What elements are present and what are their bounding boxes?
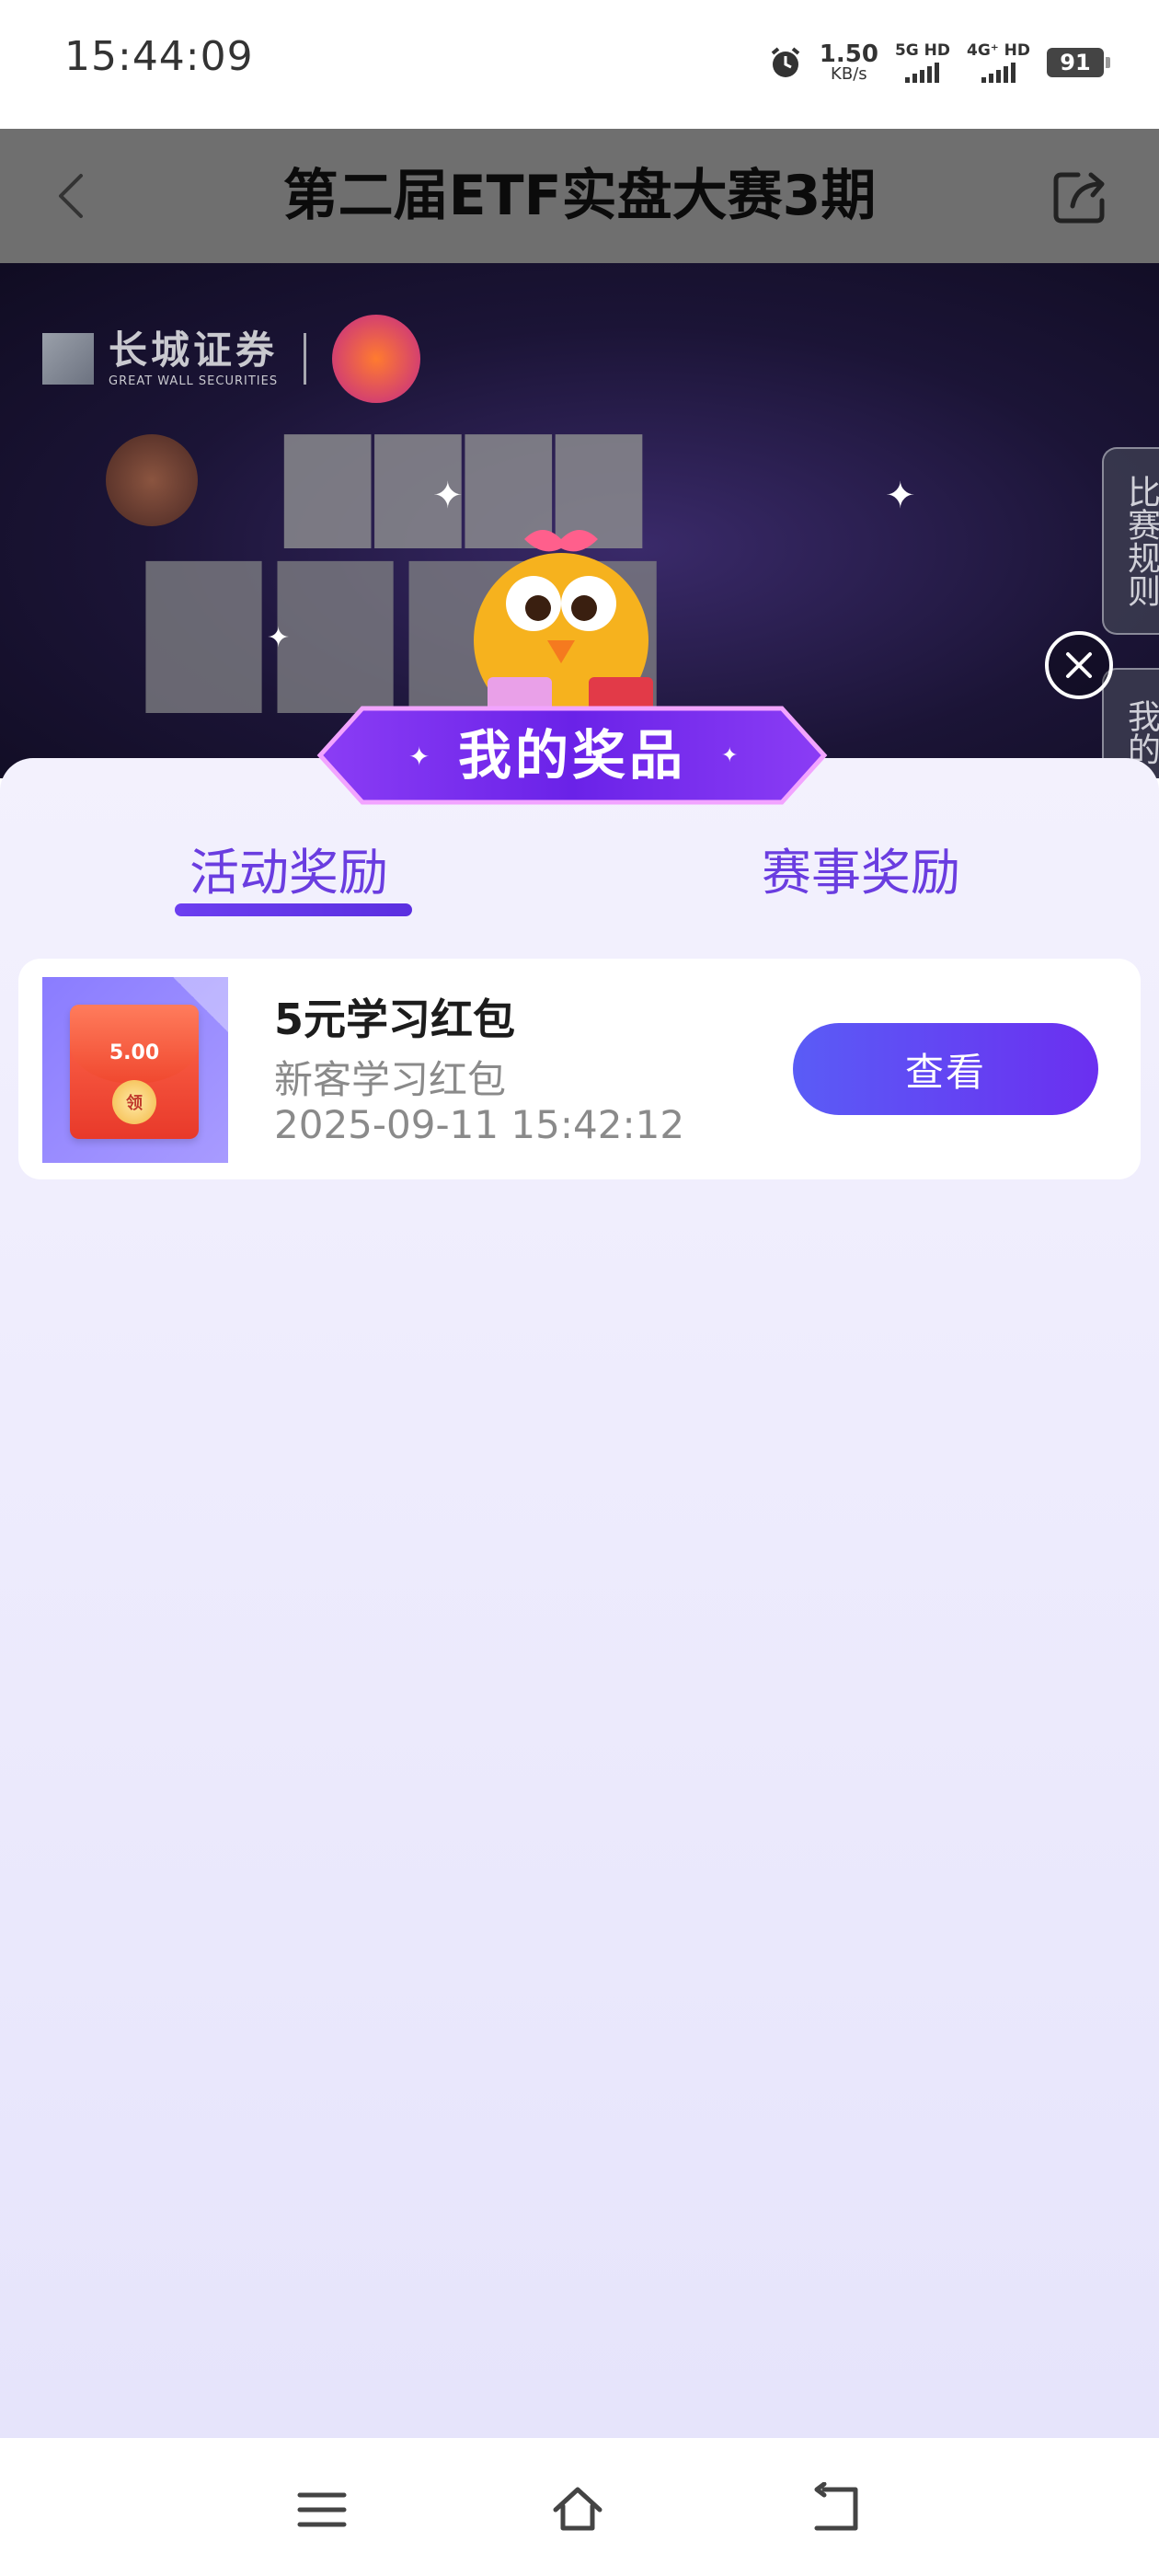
prize-type: 新客学习红包 (274, 1057, 507, 1102)
sparkle-icon: ✦ (432, 475, 464, 517)
signal-icon (981, 62, 1016, 83)
sheet-title: 我的奖品 (457, 724, 686, 787)
mascot-icon (474, 530, 653, 728)
tab-activity-rewards[interactable]: 活动奖励 (189, 832, 388, 904)
event-banner: 长城证券 GREAT WALL SECURITIES ▇▇▇▇ ▇▇▇▇ ✦ ✦… (0, 263, 1159, 778)
status-bar: 15:44:09 1.50 KB/s 5G HD 4G⁺ HD 91 (0, 0, 1159, 129)
system-nav-bar (0, 2438, 1159, 2576)
home-icon[interactable] (550, 2482, 605, 2537)
sim2-label: 4G⁺ HD (966, 40, 1030, 60)
alarm-icon (771, 47, 800, 77)
active-tab-indicator (175, 903, 412, 916)
coin-decoration (106, 434, 198, 526)
brand-logo-icon (42, 333, 94, 385)
view-button[interactable]: 查看 (793, 1023, 1098, 1115)
signal-icon (905, 62, 940, 83)
divider (304, 333, 307, 385)
speed-value: 1.50 (819, 40, 878, 68)
sim1-signal: 5G HD (894, 40, 950, 83)
envelope-seal: 领 (112, 1080, 156, 1124)
tab-event-rewards[interactable]: 赛事奖励 (762, 832, 960, 904)
prizes-sheet: ✦ ✦ 我的奖品 活动奖励 赛事奖励 5.00 领 5元学习红包 新客学习红包 … (0, 706, 1159, 2438)
brand-name: 长城证券 (109, 327, 279, 373)
title-bar: 第二届ETF实盘大赛3期 (0, 129, 1159, 263)
event-logo-icon (332, 315, 421, 403)
status-indicators: 1.50 KB/s 5G HD 4G⁺ HD 91 (768, 37, 1110, 88)
share-icon[interactable] (1050, 166, 1111, 226)
sim2-signal: 4G⁺ HD (966, 40, 1030, 83)
prize-thumbnail: 5.00 领 (42, 977, 228, 1163)
sheet-title-badge: ✦ ✦ 我的奖品 (316, 705, 828, 806)
prize-card: 5.00 领 5元学习红包 新客学习红包 2025-09-11 15:42:12… (18, 959, 1141, 1179)
prize-date: 2025-09-11 15:42:12 (274, 1102, 685, 1147)
close-button[interactable] (1045, 631, 1113, 699)
battery-level: 91 (1060, 50, 1091, 75)
prize-name: 5元学习红包 (274, 995, 516, 1044)
speed-unit: KB/s (831, 64, 867, 84)
red-envelope-icon: 5.00 领 (70, 1005, 199, 1139)
menu-icon[interactable] (294, 2482, 350, 2537)
network-speed: 1.50 KB/s (820, 42, 878, 83)
rules-tab[interactable]: 比赛规则 (1102, 447, 1159, 635)
brand: 长城证券 GREAT WALL SECURITIES (42, 315, 421, 403)
page-title: 第二届ETF实盘大赛3期 (282, 164, 877, 228)
battery-icon: 91 (1047, 48, 1110, 77)
envelope-amount: 5.00 (109, 1041, 160, 1064)
sparkle-icon: ✦ (267, 622, 291, 654)
back-icon[interactable] (809, 2482, 865, 2537)
status-time: 15:44:09 (64, 33, 254, 80)
sim1-label: 5G HD (894, 40, 950, 60)
close-icon (1066, 652, 1092, 678)
sparkle-icon: ✦ (885, 475, 916, 517)
brand-name-en: GREAT WALL SECURITIES (109, 374, 279, 388)
